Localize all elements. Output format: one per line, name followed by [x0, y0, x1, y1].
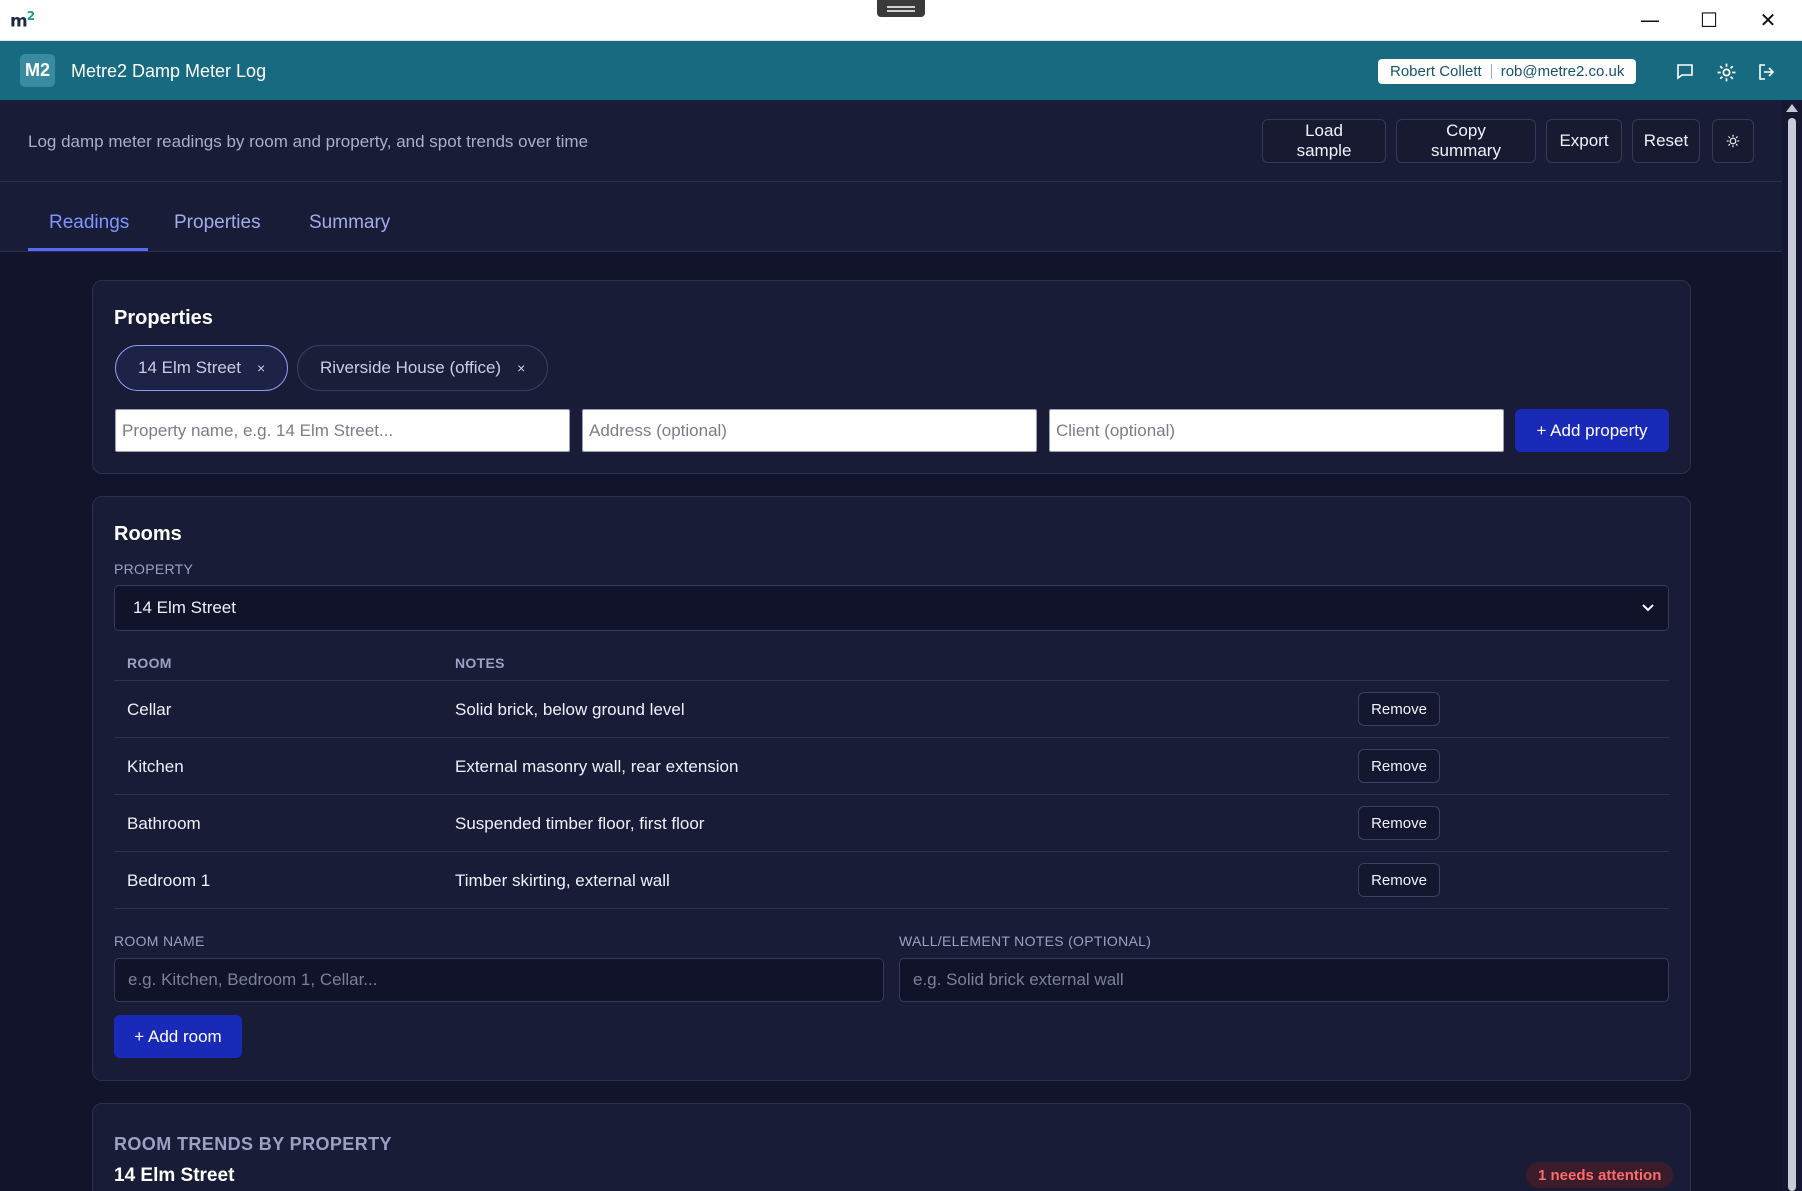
room-name-input[interactable] [114, 958, 884, 1002]
trend-property-name: 14 Elm Street [114, 1165, 235, 1186]
active-tab-indicator [28, 248, 148, 251]
rooms-table-header: ROOM NOTES [114, 641, 1669, 681]
sub-toolbar: Log damp meter readings by room and prop… [0, 100, 1782, 182]
table-row: Bedroom 1 Timber skirting, external wall… [114, 852, 1669, 909]
room-notes-cell: External masonry wall, rear extension [455, 757, 739, 776]
load-sample-button[interactable]: Load sample [1262, 119, 1386, 163]
tab-readings[interactable]: Readings [49, 212, 129, 234]
tab-properties[interactable]: Properties [174, 212, 261, 234]
room-trends-caption: ROOM TRENDS BY PROPERTY [114, 1134, 392, 1154]
room-name-cell: Bedroom 1 [127, 871, 211, 890]
remove-room-button[interactable]: Remove [1358, 692, 1440, 726]
logout-icon[interactable] [1754, 59, 1780, 85]
chip-remove-icon[interactable]: × [257, 360, 265, 376]
attention-badge: 1 needs attention [1526, 1162, 1674, 1188]
user-email: rob@metre2.co.uk [1500, 63, 1625, 80]
notes-label: WALL/ELEMENT NOTES (OPTIONAL) [899, 933, 1152, 949]
user-chip[interactable]: Robert Collett rob@metre2.co.uk [1378, 59, 1637, 84]
property-address-input[interactable] [582, 409, 1037, 452]
rooms-title: Rooms [114, 523, 182, 545]
export-button[interactable]: Export [1546, 119, 1622, 163]
room-name-cell: Cellar [127, 700, 172, 719]
room-trends-card: ROOM TRENDS BY PROPERTY 14 Elm Street 1 … [92, 1103, 1691, 1191]
add-room-button[interactable]: + Add room [114, 1015, 242, 1058]
room-name-cell: Bathroom [127, 814, 201, 833]
remove-room-button[interactable]: Remove [1358, 863, 1440, 897]
table-row: Cellar Solid brick, below ground level R… [114, 681, 1669, 738]
room-name-label: ROOM NAME [114, 933, 205, 949]
table-row: Kitchen External masonry wall, rear exte… [114, 738, 1669, 795]
remove-room-button[interactable]: Remove [1358, 749, 1440, 783]
user-chip-divider [1490, 64, 1492, 79]
copy-summary-button[interactable]: Copy summary [1396, 119, 1536, 163]
tagline: Log damp meter readings by room and prop… [28, 132, 589, 151]
os-app-logo: m2 [10, 9, 35, 32]
chip-remove-icon[interactable]: × [517, 360, 525, 376]
reset-button[interactable]: Reset [1632, 119, 1700, 163]
property-select-label: PROPERTY [114, 561, 194, 577]
properties-title: Properties [114, 307, 213, 329]
tab-summary[interactable]: Summary [309, 212, 390, 234]
column-header-notes: NOTES [455, 655, 505, 671]
close-window-button[interactable]: ✕ [1745, 6, 1791, 34]
room-notes-cell: Suspended timber floor, first floor [455, 814, 705, 833]
add-property-button[interactable]: + Add property [1515, 409, 1669, 452]
user-name: Robert Collett [1390, 63, 1482, 80]
sun-icon [1726, 134, 1740, 148]
theme-toggle-button[interactable] [1712, 119, 1754, 163]
properties-card: Properties 14 Elm Street × Riverside Hou… [92, 280, 1691, 474]
chevron-down-icon [1642, 604, 1654, 612]
room-notes-input[interactable] [899, 958, 1669, 1002]
property-select-value: 14 Elm Street [133, 598, 236, 617]
tab-bar: Readings Properties Summary [0, 182, 1782, 252]
os-title-bar: m2 — ☐ ✕ [0, 0, 1802, 41]
rooms-card: Rooms PROPERTY 14 Elm Street ROOM NOTES … [92, 496, 1691, 1081]
property-name-input[interactable] [115, 409, 570, 452]
remove-room-button[interactable]: Remove [1358, 806, 1440, 840]
property-chip-label: Riverside House (office) [320, 358, 502, 377]
maximize-button[interactable]: ☐ [1686, 6, 1732, 34]
settings-icon[interactable] [1713, 59, 1739, 85]
room-name-cell: Kitchen [127, 757, 184, 776]
property-chip-riverside-house[interactable]: Riverside House (office) × [297, 345, 549, 391]
room-notes-cell: Timber skirting, external wall [455, 871, 670, 890]
scrollbar-thumb[interactable] [1788, 118, 1796, 1191]
property-chip-label: 14 Elm Street [138, 358, 241, 377]
brand-badge: M2 [20, 54, 55, 87]
property-client-input[interactable] [1049, 409, 1504, 452]
table-row: Bathroom Suspended timber floor, first f… [114, 795, 1669, 852]
chat-icon[interactable] [1672, 59, 1698, 85]
property-chip-14-elm-street[interactable]: 14 Elm Street × [115, 345, 289, 391]
property-select[interactable]: 14 Elm Street [114, 585, 1669, 631]
room-notes-cell: Solid brick, below ground level [455, 700, 685, 719]
window-drag-handle[interactable] [877, 0, 925, 17]
minimize-button[interactable]: — [1627, 6, 1673, 34]
scroll-up-arrow[interactable] [1786, 104, 1798, 112]
column-header-room: ROOM [127, 655, 172, 671]
app-title: Metre2 Damp Meter Log [71, 61, 267, 81]
